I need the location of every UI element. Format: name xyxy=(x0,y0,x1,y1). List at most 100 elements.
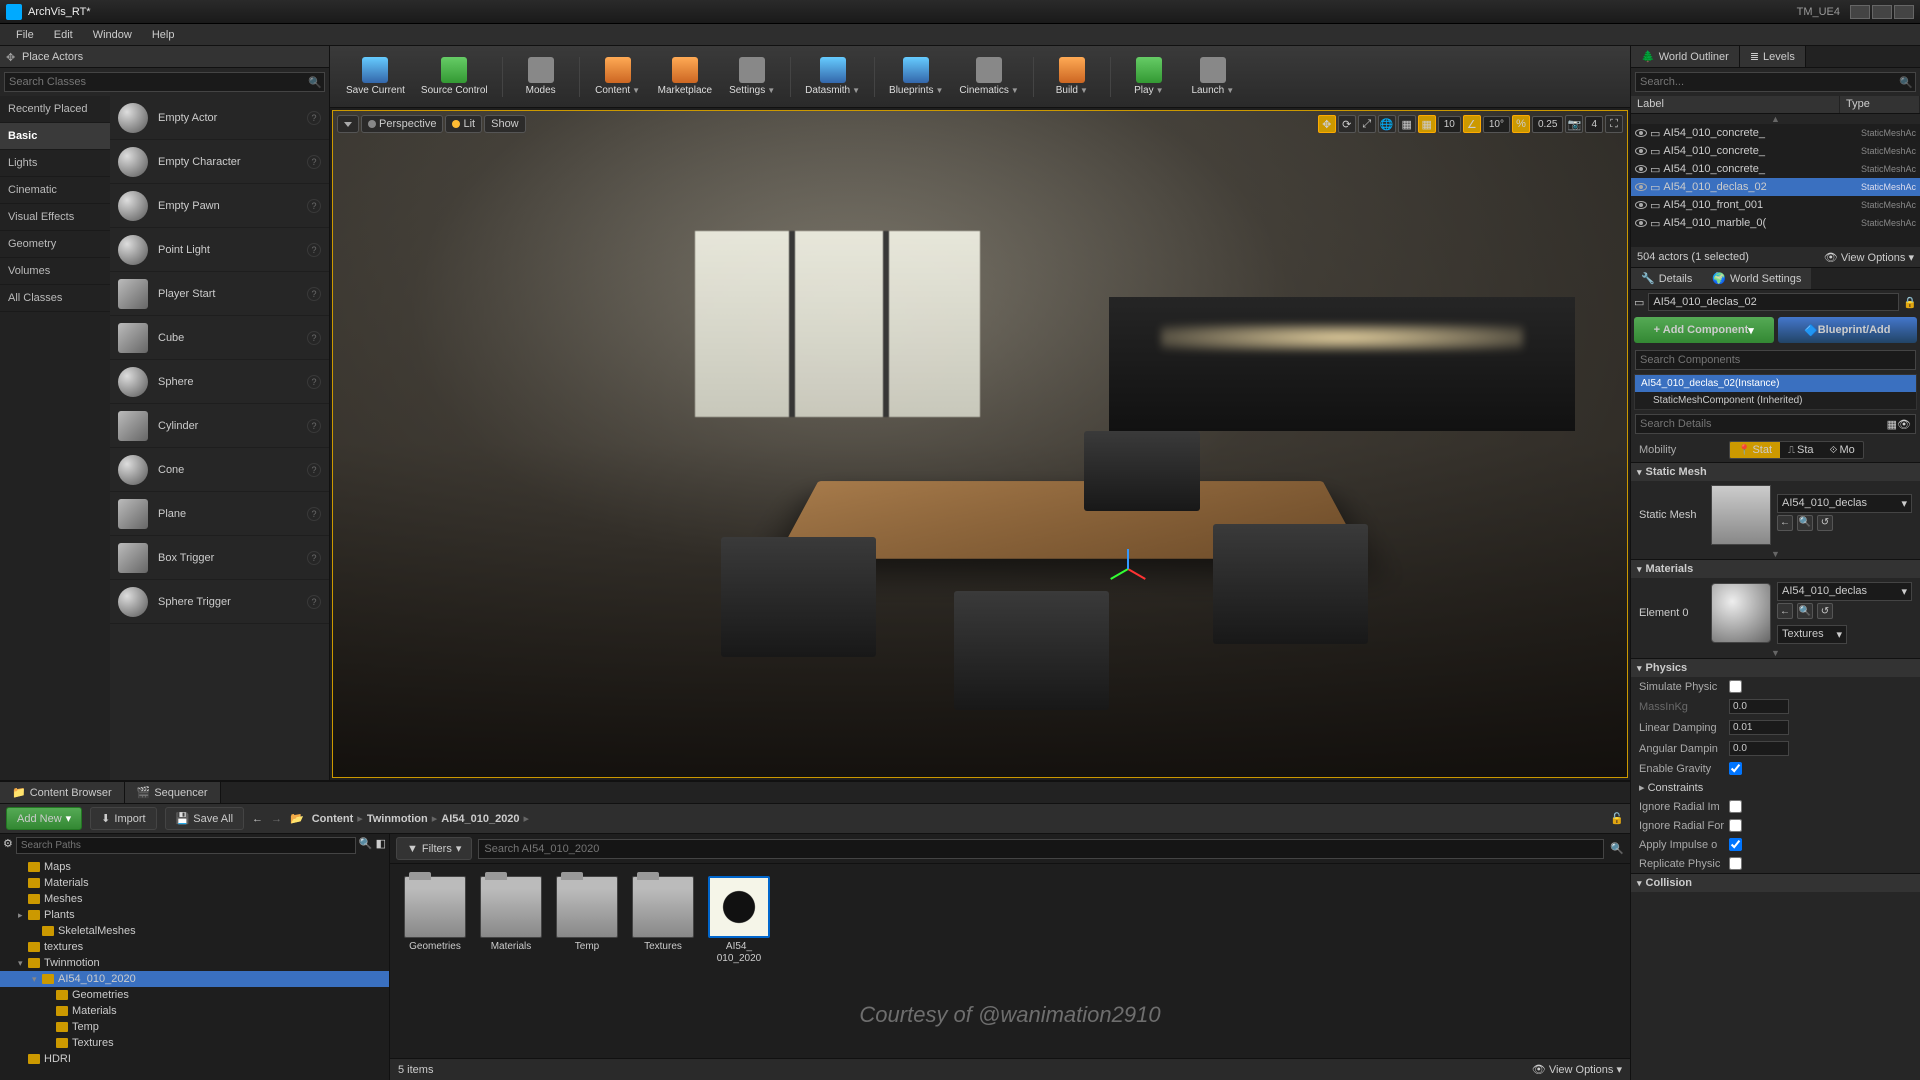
viewport-show-button[interactable]: Show xyxy=(484,115,526,133)
close-button[interactable] xyxy=(1894,5,1914,19)
property-matrix-icon[interactable]: ▦ xyxy=(1887,418,1897,431)
place-search-input[interactable] xyxy=(9,76,308,88)
content-browser-tab[interactable]: 📁Content Browser xyxy=(0,782,125,803)
toolbar-play-button[interactable]: Play▼ xyxy=(1119,50,1179,104)
camera-speed-value[interactable]: 4 xyxy=(1585,116,1603,133)
place-category[interactable]: Recently Placed xyxy=(0,96,110,123)
mobility-stationary[interactable]: ⎍Sta xyxy=(1780,442,1822,458)
outliner-row[interactable]: ▭AI54_010_marble_0(StaticMeshAc xyxy=(1631,214,1920,232)
info-icon[interactable]: ? xyxy=(307,463,321,477)
scale-snap-value[interactable]: 0.25 xyxy=(1532,116,1563,133)
coord-space-icon[interactable]: 🌐 xyxy=(1378,115,1396,133)
place-item[interactable]: Empty Pawn? xyxy=(110,184,329,228)
asset-search-input[interactable] xyxy=(478,839,1604,859)
place-item[interactable]: Plane? xyxy=(110,492,329,536)
use-selected-icon[interactable]: ← xyxy=(1777,515,1793,531)
place-category[interactable]: Visual Effects xyxy=(0,204,110,231)
reset-icon[interactable]: ↺ xyxy=(1817,603,1833,619)
expand-icon[interactable]: ▾ xyxy=(18,958,28,969)
expand-icon[interactable]: ▾ xyxy=(32,974,42,985)
place-item[interactable]: Point Light? xyxy=(110,228,329,272)
import-button[interactable]: ⬇ Import xyxy=(90,807,156,830)
angular-damping-field[interactable] xyxy=(1729,741,1789,756)
outliner-view-options[interactable]: 👁 View Options ▾ xyxy=(1824,251,1914,264)
angle-snap-icon[interactable]: ∠ xyxy=(1463,115,1481,133)
asset-view-options[interactable]: 👁 View Options ▾ xyxy=(1532,1063,1622,1076)
search-components[interactable] xyxy=(1635,350,1916,370)
outliner-col-type[interactable]: Type xyxy=(1840,96,1920,113)
toolbar-settings-button[interactable]: Settings▼ xyxy=(722,50,782,104)
levels-tab[interactable]: ≣Levels xyxy=(1740,46,1806,67)
lock-icon[interactable]: 🔒 xyxy=(1903,296,1917,309)
material-dropdown[interactable]: AI54_010_declas▾ xyxy=(1777,582,1912,601)
visibility-icon[interactable] xyxy=(1635,165,1647,173)
section-materials[interactable]: Materials xyxy=(1631,560,1920,578)
visibility-icon[interactable] xyxy=(1635,129,1647,137)
place-item[interactable]: Box Trigger? xyxy=(110,536,329,580)
sequencer-tab[interactable]: 🎬Sequencer xyxy=(125,782,221,803)
nav-back-icon[interactable]: ← xyxy=(252,813,263,825)
visibility-icon[interactable] xyxy=(1635,219,1647,227)
ignore-radial-impulse-checkbox[interactable] xyxy=(1729,800,1742,813)
tree-item[interactable]: Textures xyxy=(0,1035,389,1051)
component-child[interactable]: StaticMeshComponent (Inherited) xyxy=(1635,392,1916,409)
place-item[interactable]: Cone? xyxy=(110,448,329,492)
visibility-icon[interactable] xyxy=(1635,201,1647,209)
transform-gizmo-icon[interactable] xyxy=(1109,551,1149,591)
menu-edit[interactable]: Edit xyxy=(44,26,83,44)
place-item[interactable]: Empty Character? xyxy=(110,140,329,184)
object-name-field[interactable] xyxy=(1648,293,1899,311)
place-category[interactable]: Geometry xyxy=(0,231,110,258)
scale-snap-icon[interactable]: % xyxy=(1512,115,1530,133)
place-item[interactable]: Player Start? xyxy=(110,272,329,316)
tree-item[interactable]: Maps xyxy=(0,859,389,875)
breadcrumb-item[interactable]: Twinmotion xyxy=(367,813,428,825)
material-thumb[interactable] xyxy=(1711,583,1771,643)
add-component-button[interactable]: + Add Component ▾ xyxy=(1634,317,1774,343)
details-tab[interactable]: 🔧Details xyxy=(1631,268,1702,289)
info-icon[interactable]: ? xyxy=(307,287,321,301)
place-item[interactable]: Empty Actor? xyxy=(110,96,329,140)
world-settings-tab[interactable]: 🌍World Settings xyxy=(1702,268,1811,289)
section-collision[interactable]: Collision xyxy=(1631,874,1920,892)
outliner-row[interactable]: ▭AI54_010_declas_02StaticMeshAc xyxy=(1631,178,1920,196)
place-item[interactable]: Sphere Trigger? xyxy=(110,580,329,624)
tree-item[interactable]: Materials xyxy=(0,1003,389,1019)
translate-mode-icon[interactable]: ✥ xyxy=(1318,115,1336,133)
place-actors-tab[interactable]: ✥ Place Actors xyxy=(0,46,329,68)
filter-icon[interactable]: ⚙ xyxy=(3,837,13,854)
browse-icon[interactable]: 🔍 xyxy=(1797,515,1813,531)
outliner-col-label[interactable]: Label xyxy=(1631,96,1840,113)
blueprint-add-button[interactable]: 🔷 Blueprint/Add xyxy=(1778,317,1918,343)
tree-item[interactable]: ▾Twinmotion xyxy=(0,955,389,971)
menu-help[interactable]: Help xyxy=(142,26,185,44)
section-static-mesh[interactable]: Static Mesh xyxy=(1631,463,1920,481)
menu-window[interactable]: Window xyxy=(83,26,142,44)
section-physics[interactable]: Physics xyxy=(1631,659,1920,677)
visibility-icon[interactable] xyxy=(1635,183,1647,191)
component-root[interactable]: AI54_010_declas_02(Instance) xyxy=(1635,375,1916,392)
search-details-input[interactable] xyxy=(1640,418,1887,430)
asset-item[interactable]: AI54_​010_2020 xyxy=(706,876,772,965)
camera-speed-icon[interactable]: 📷 xyxy=(1565,115,1583,133)
static-mesh-thumb[interactable] xyxy=(1711,485,1771,545)
tree-item[interactable]: Materials xyxy=(0,875,389,891)
toolbar-content-button[interactable]: Content▼ xyxy=(588,50,648,104)
place-category[interactable]: Lights xyxy=(0,150,110,177)
search-paths-input[interactable] xyxy=(16,837,356,854)
toolbar-source-control-button[interactable]: Source Control xyxy=(415,50,494,104)
place-category[interactable]: Volumes xyxy=(0,258,110,285)
toolbar-cinematics-button[interactable]: Cinematics▼ xyxy=(953,50,1024,104)
outliner-search[interactable]: 🔍 xyxy=(1635,72,1916,92)
info-icon[interactable]: ? xyxy=(307,111,321,125)
place-item[interactable]: Sphere? xyxy=(110,360,329,404)
toolbar-datasmith-button[interactable]: Datasmith▼ xyxy=(799,50,866,104)
viewport[interactable]: Perspective Lit Show ✥ ⟳ ⤢ 🌐 ▦ ▦ 10 ∠ 10… xyxy=(332,110,1628,778)
outliner-row[interactable]: ▭AI54_010_front_001StaticMeshAc xyxy=(1631,196,1920,214)
reset-icon[interactable]: ↺ xyxy=(1817,515,1833,531)
toolbar-marketplace-button[interactable]: Marketplace xyxy=(652,50,718,104)
breadcrumb-item[interactable]: AI54_010_2020 xyxy=(441,813,519,825)
info-icon[interactable]: ? xyxy=(307,155,321,169)
outliner-row[interactable]: ▭AI54_010_concrete_StaticMeshAc xyxy=(1631,142,1920,160)
replicate-physics-checkbox[interactable] xyxy=(1729,857,1742,870)
